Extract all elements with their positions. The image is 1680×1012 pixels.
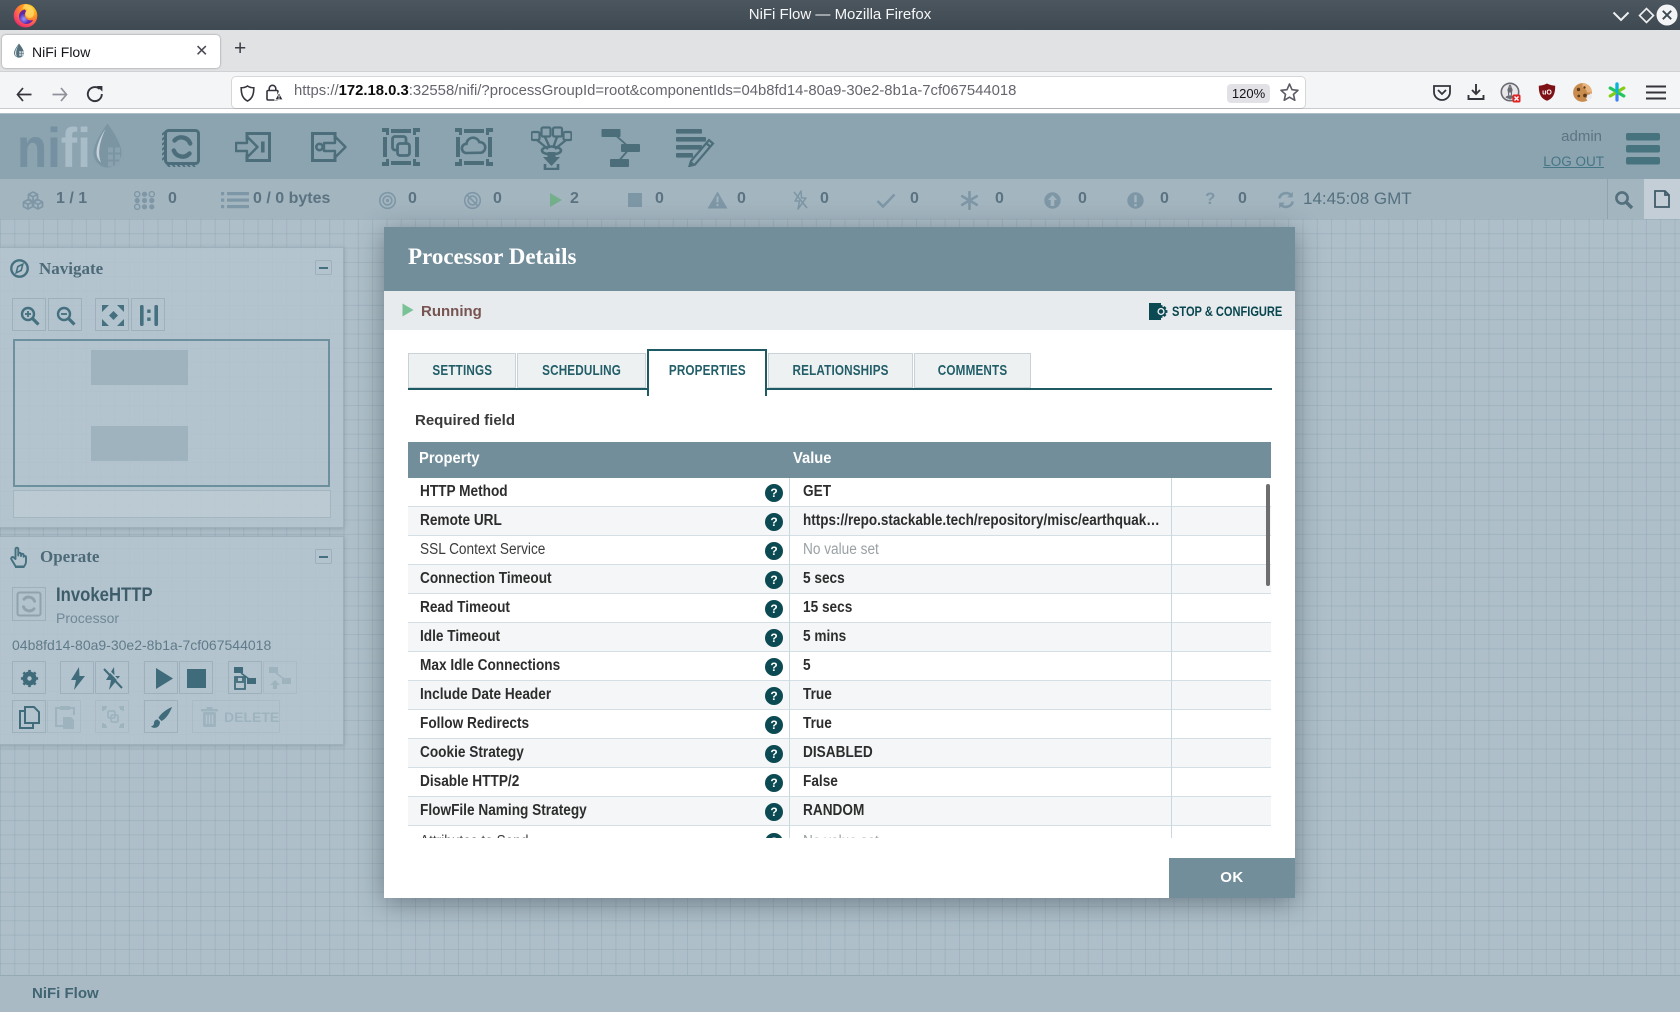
svg-text:uO: uO bbox=[1542, 90, 1552, 97]
